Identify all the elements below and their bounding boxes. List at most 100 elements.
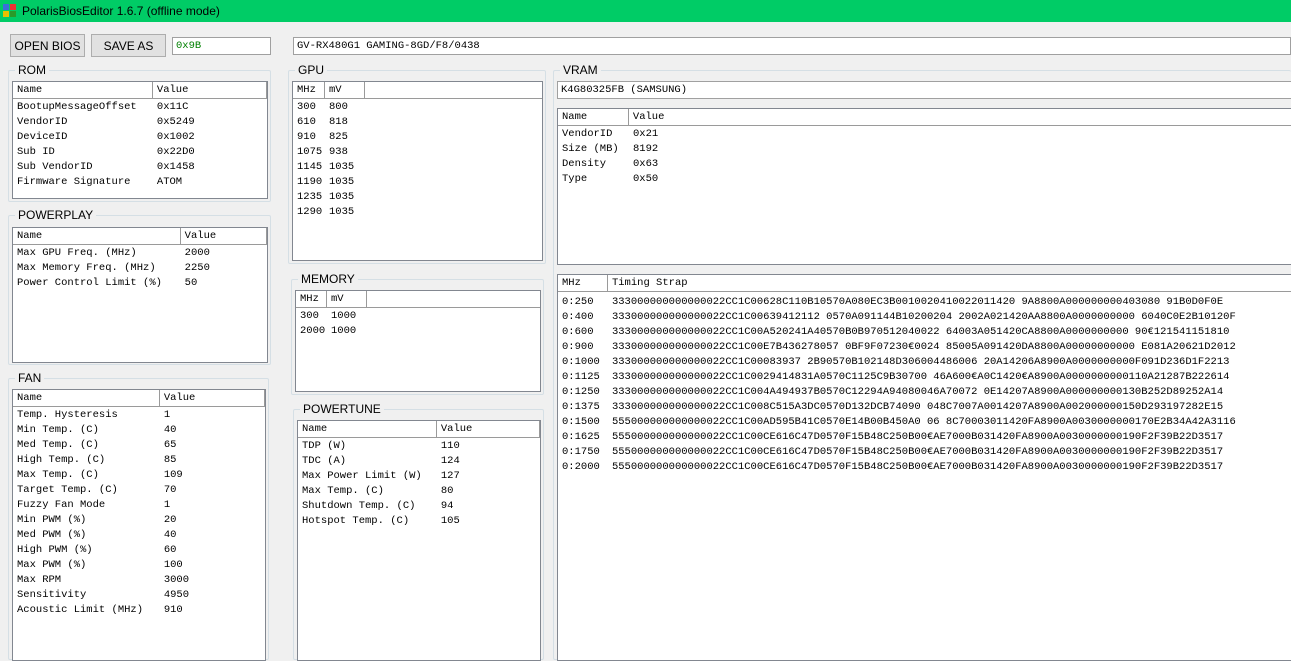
timing-row[interactable]: 0:1250 333000000000000022CC1C004A494937B0… — [558, 385, 1291, 400]
powerplay-row[interactable]: Max Memory Freq. (MHz) 2250 — [13, 261, 267, 276]
gpu-row-cell-1: 818 — [329, 116, 348, 128]
vram-row[interactable]: Density 0x63 — [558, 157, 1291, 172]
fan-header-value[interactable]: Value — [160, 390, 265, 406]
powertune-row[interactable]: TDP (W) 110 — [298, 439, 540, 454]
gpu-row[interactable]: 1235 1035 — [293, 190, 542, 205]
powertune-row-cell-0: Shutdown Temp. (C) — [302, 500, 416, 512]
timing-row-cell-1: 555000000000000022CC1C00AD595B41C0570E14… — [611, 416, 1236, 428]
save-as-button[interactable]: SAVE AS — [91, 34, 166, 57]
fan-row[interactable]: Target Temp. (C) 70 — [13, 483, 265, 498]
fan-row-cell-0: Target Temp. (C) — [17, 484, 118, 496]
powertune-header-name[interactable]: Name — [298, 421, 437, 437]
fan-row-cell-1: 910 — [163, 604, 183, 616]
rom-row[interactable]: VendorID 0x5249 — [13, 115, 267, 130]
timing-row[interactable]: 0:250 333000000000000022CC1C00628C110B105… — [558, 295, 1291, 310]
vram-row[interactable]: VendorID 0x21 — [558, 127, 1291, 142]
powerplay-list[interactable]: Name Value Max GPU Freq. (MHz) 2000 Max Me… — [12, 227, 268, 363]
powertune-row[interactable]: Shutdown Temp. (C) 94 — [298, 499, 540, 514]
powerplay-row[interactable]: Max GPU Freq. (MHz) 2000 — [13, 246, 267, 261]
fan-row[interactable]: Min Temp. (C) 40 — [13, 423, 265, 438]
fan-row[interactable]: Max Temp. (C) 109 — [13, 468, 265, 483]
gpu-row[interactable]: 910 825 — [293, 130, 542, 145]
rom-row[interactable]: BootupMessageOffset 0x11C — [13, 100, 267, 115]
fan-row[interactable]: High Temp. (C) 85 — [13, 453, 265, 468]
gpu-header-mv[interactable]: mV — [325, 82, 365, 98]
gpu-row-cell-1: 825 — [329, 131, 348, 143]
timing-row[interactable]: 0:1125 333000000000000022CC1C0029414831A0… — [558, 370, 1291, 385]
gpu-row[interactable]: 610 818 — [293, 115, 542, 130]
fan-row[interactable]: Temp. Hysteresis 1 — [13, 408, 265, 423]
memory-row[interactable]: 2000 1000 — [296, 324, 540, 339]
timing-header-mhz[interactable]: MHz — [558, 275, 608, 291]
gpu-row[interactable]: 1290 1035 — [293, 205, 542, 220]
powertune-row[interactable]: Hotspot Temp. (C) 105 — [298, 514, 540, 529]
vram-header-value[interactable]: Value — [629, 109, 1291, 125]
fan-row[interactable]: Med PWM (%) 40 — [13, 528, 265, 543]
memory-header-mhz[interactable]: MHz — [296, 291, 327, 307]
timing-row[interactable]: 0:400 333000000000000022CC1C00639412112 0… — [558, 310, 1291, 325]
timing-row[interactable]: 0:900 333000000000000022CC1C00E7B43627805… — [558, 340, 1291, 355]
fan-row-cell-0: Min Temp. (C) — [17, 424, 99, 436]
rom-row[interactable]: DeviceID 0x1002 — [13, 130, 267, 145]
powertune-row[interactable]: TDC (A) 124 — [298, 454, 540, 469]
rom-list[interactable]: Name Value BootupMessageOffset 0x11C Vendo… — [12, 81, 268, 199]
fan-row[interactable]: Med Temp. (C) 65 — [13, 438, 265, 453]
powertune-row[interactable]: Max Temp. (C) 80 — [298, 484, 540, 499]
rom-header-value[interactable]: Value — [153, 82, 267, 98]
memory-row-cell-1: 1000 — [331, 325, 357, 337]
memory-list-header: MHz mV — [296, 291, 540, 308]
timing-row[interactable]: 0:1750 555000000000000022CC1C00CE616C47D0… — [558, 445, 1291, 460]
vram-header-name[interactable]: Name — [558, 109, 629, 125]
fan-row[interactable]: Max PWM (%) 100 — [13, 558, 265, 573]
app-icon — [3, 4, 17, 18]
timing-row-cell-0: 0:1625 — [562, 431, 600, 443]
timing-row[interactable]: 0:1625 555000000000000022CC1C00CE616C47D0… — [558, 430, 1291, 445]
timing-row[interactable]: 0:1000 333000000000000022CC1C00083937 2B9… — [558, 355, 1291, 370]
fan-row[interactable]: Acoustic Limit (MHz) 910 — [13, 603, 265, 618]
memory-list[interactable]: MHz mV 300 1000 2000 1000 — [295, 290, 541, 392]
gpu-row[interactable]: 1075 938 — [293, 145, 542, 160]
gpu-list[interactable]: MHz mV 300 800 610 818 910 825 1075 938 1145 1035… — [292, 81, 543, 261]
bios-name-field[interactable]: GV-RX480G1 GAMING-8GD/F8/0438 — [293, 37, 1291, 55]
fan-row[interactable]: Min PWM (%) 20 — [13, 513, 265, 528]
powertune-row[interactable]: Max Power Limit (W) 127 — [298, 469, 540, 484]
powerplay-row-cell-0: Power Control Limit (%) — [17, 277, 162, 289]
timing-row[interactable]: 0:2000 555000000000000022CC1C00CE616C47D0… — [558, 460, 1291, 475]
gpu-row-cell-1: 1035 — [329, 191, 355, 203]
timing-row[interactable]: 0:600 333000000000000022CC1C00A520241A405… — [558, 325, 1291, 340]
memory-row[interactable]: 300 1000 — [296, 309, 540, 324]
gpu-header-mhz[interactable]: MHz — [293, 82, 325, 98]
fan-header-name[interactable]: Name — [13, 390, 160, 406]
timing-row-cell-0: 0:1375 — [562, 401, 600, 413]
fan-row[interactable]: Fuzzy Fan Mode 1 — [13, 498, 265, 513]
powerplay-row[interactable]: Power Control Limit (%) 50 — [13, 276, 267, 291]
fan-row[interactable]: Max RPM 3000 — [13, 573, 265, 588]
rom-row[interactable]: Sub VendorID 0x1458 — [13, 160, 267, 175]
rom-row[interactable]: Sub ID 0x22D0 — [13, 145, 267, 160]
powerplay-header-value[interactable]: Value — [181, 228, 267, 244]
fan-row[interactable]: Sensitivity 4950 — [13, 588, 265, 603]
vram-list[interactable]: Name Value VendorID 0x21 Size (MB) 8192 Dens… — [557, 108, 1291, 265]
rom-header-name[interactable]: Name — [13, 82, 153, 98]
rom-row[interactable]: Firmware Signature ATOM — [13, 175, 267, 190]
open-bios-button[interactable]: OPEN BIOS — [10, 34, 85, 57]
gpu-row[interactable]: 1190 1035 — [293, 175, 542, 190]
vram-row[interactable]: Type 0x50 — [558, 172, 1291, 187]
memory-header-mv[interactable]: mV — [327, 291, 367, 307]
gpu-row-cell-0: 1190 — [297, 176, 323, 188]
fan-row[interactable]: High PWM (%) 60 — [13, 543, 265, 558]
gpu-row[interactable]: 1145 1035 — [293, 160, 542, 175]
timing-header-strap[interactable]: Timing Strap — [608, 275, 1291, 291]
fan-list[interactable]: Name Value Temp. Hysteresis 1 Min Temp. (C… — [12, 389, 266, 661]
powertune-list[interactable]: Name Value TDP (W) 110 TDC (A) 124 Max Power… — [297, 420, 541, 661]
checksum-field[interactable]: 0x9B — [172, 37, 271, 55]
timing-strap-list[interactable]: MHz Timing Strap 0:250 333000000000000022… — [557, 274, 1291, 661]
gpu-row[interactable]: 300 800 — [293, 100, 542, 115]
vram-module-field[interactable]: K4G80325FB (SAMSUNG) — [557, 81, 1291, 99]
timing-row[interactable]: 0:1500 555000000000000022CC1C00AD595B41C0… — [558, 415, 1291, 430]
powertune-header-value[interactable]: Value — [437, 421, 540, 437]
powerplay-header-name[interactable]: Name — [13, 228, 181, 244]
timing-row-cell-0: 0:1125 — [562, 371, 600, 383]
vram-row[interactable]: Size (MB) 8192 — [558, 142, 1291, 157]
timing-row[interactable]: 0:1375 333000000000000022CC1C008C515A3DC0… — [558, 400, 1291, 415]
